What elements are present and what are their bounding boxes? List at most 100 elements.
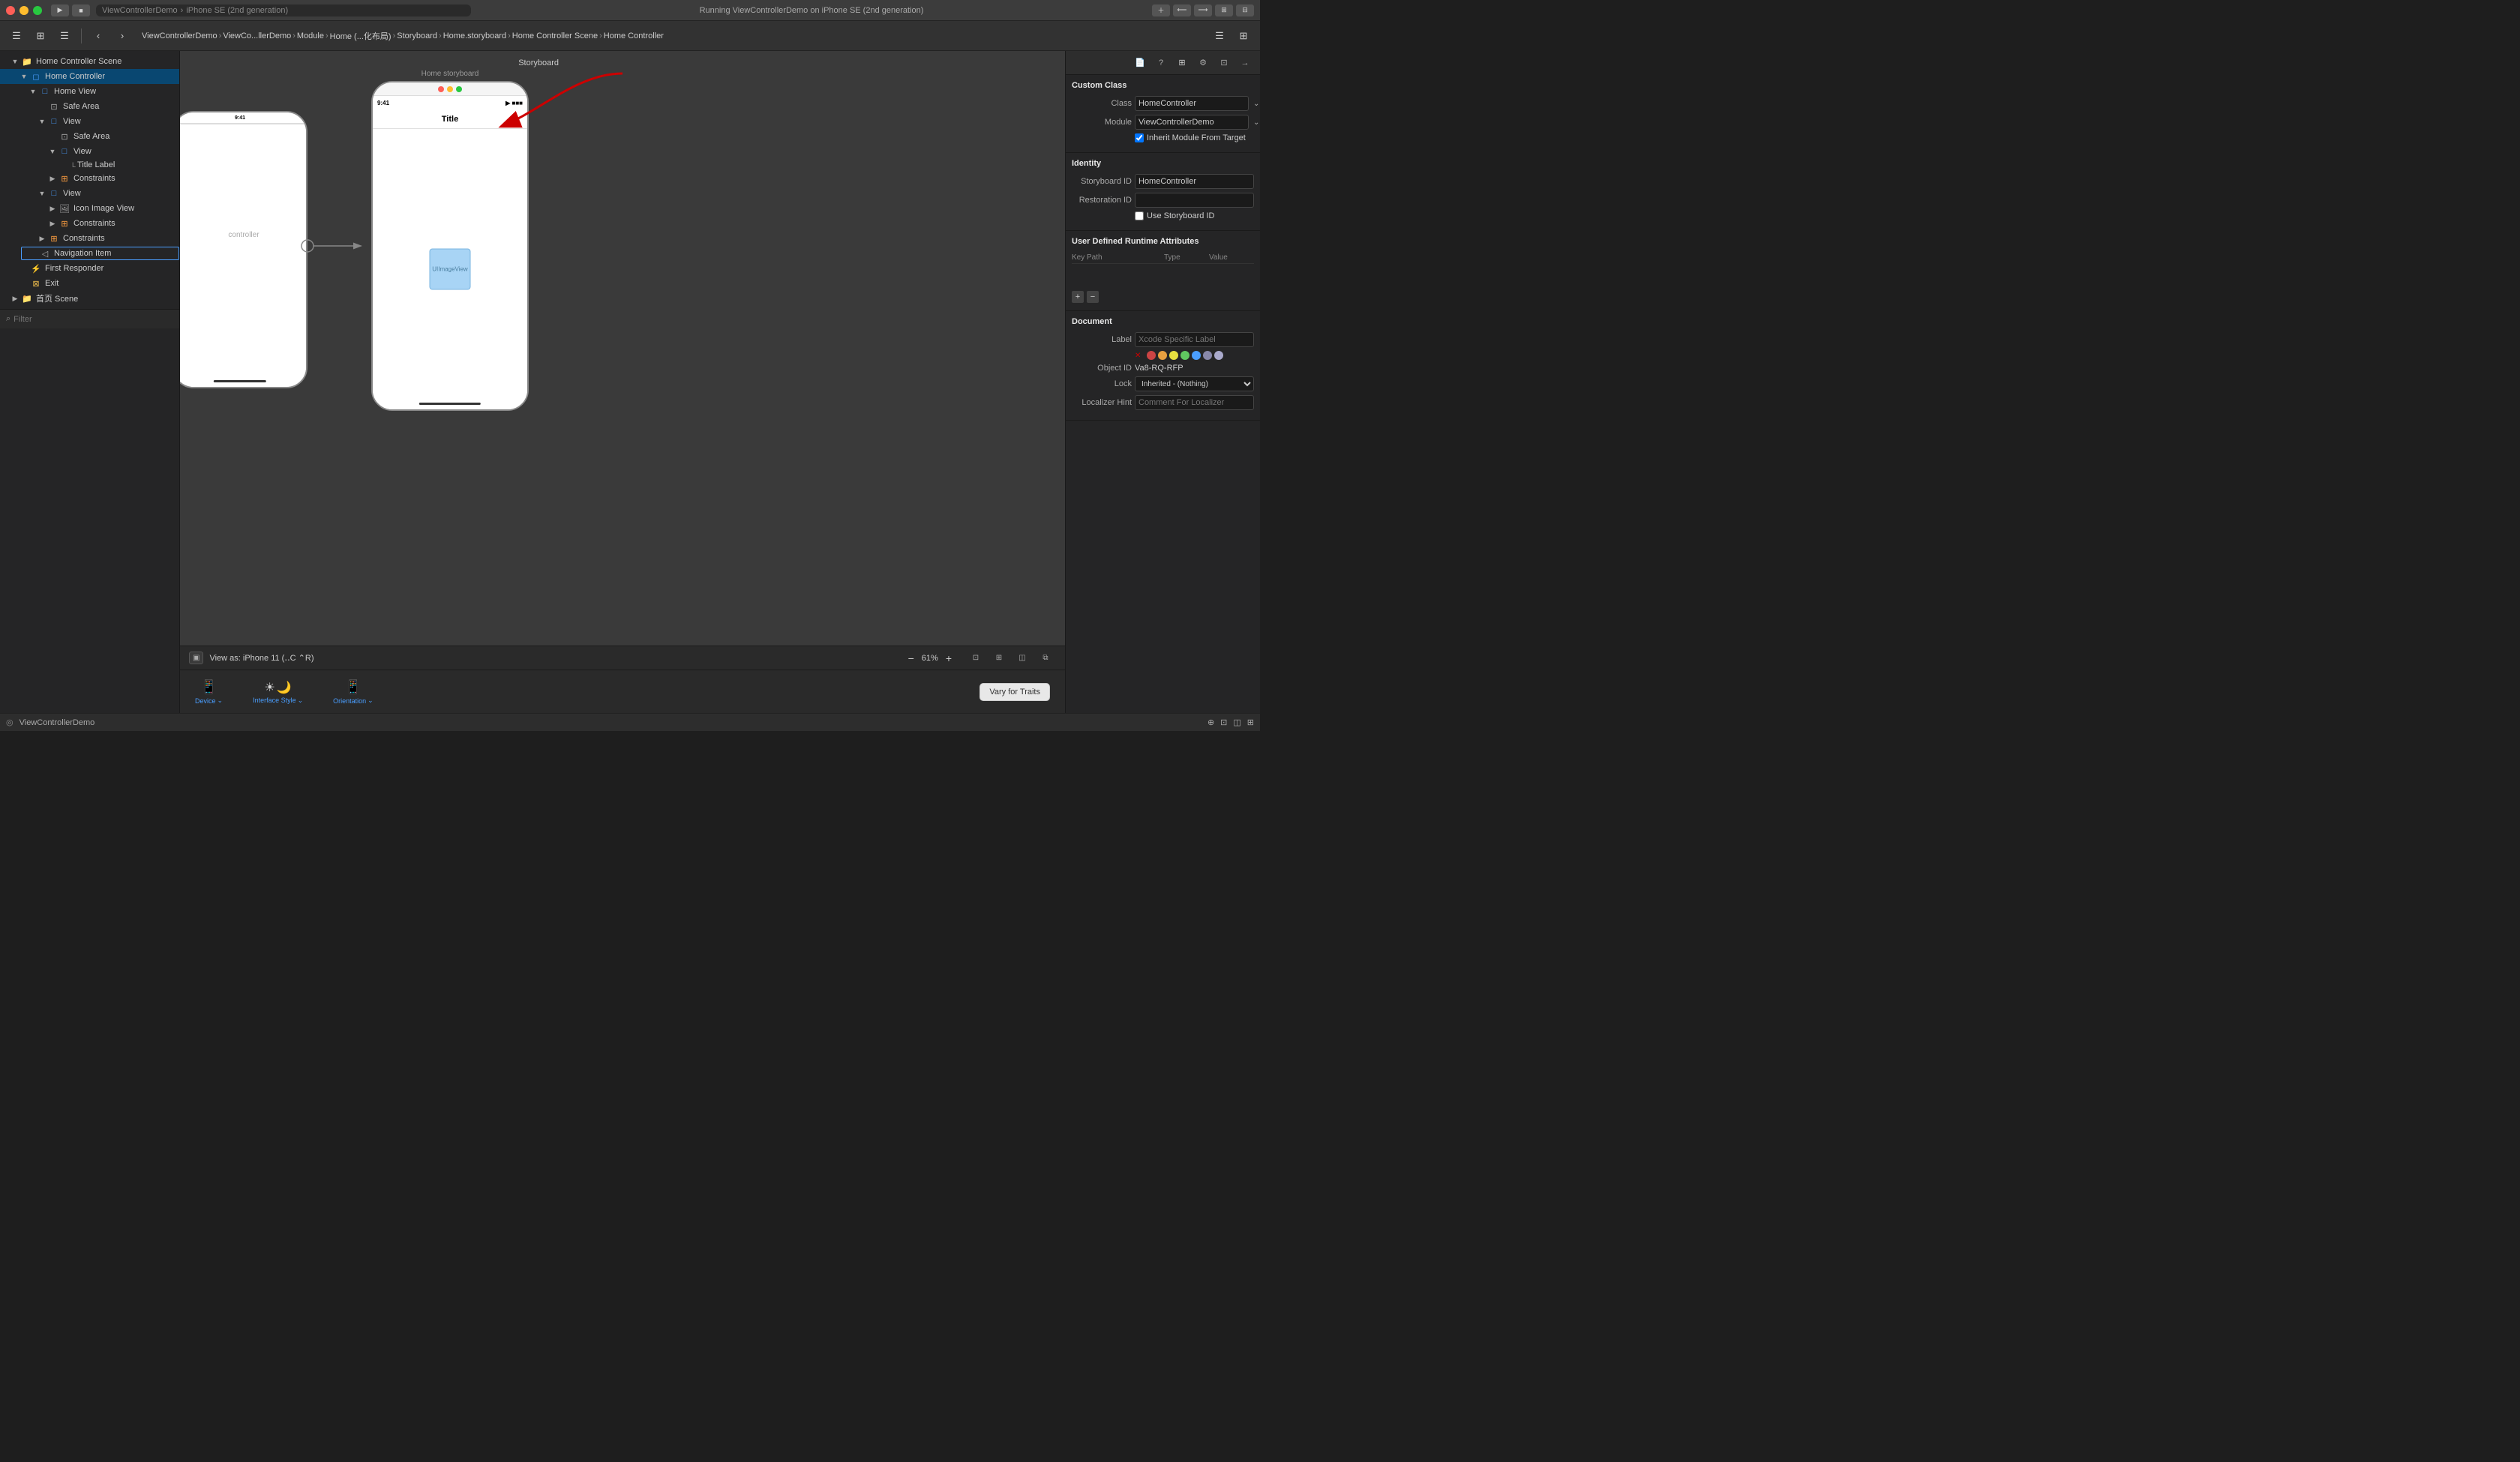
lock-select[interactable]: Inherited - (Nothing)	[1135, 376, 1254, 391]
restoration-id-input[interactable]	[1135, 193, 1254, 208]
color-dot-blue[interactable]	[1192, 351, 1201, 360]
phone-status-bar: 9:41 ▶ ■■■	[373, 96, 527, 109]
device-option[interactable]: 📱 Device ⌄	[195, 679, 223, 705]
style-icon-2: 🌙	[277, 680, 292, 695]
color-dot-gray2[interactable]	[1214, 351, 1223, 360]
localizer-hint-input[interactable]	[1135, 395, 1254, 410]
scene-outline-item-title-label[interactable]: L Title Label	[0, 159, 179, 171]
toolbar-right-btn-2[interactable]: ⊞	[1233, 25, 1254, 46]
forward-button[interactable]: ›	[112, 25, 133, 46]
inspector-file-btn[interactable]: 📄	[1131, 55, 1149, 71]
inspector-quick-help-btn[interactable]: ?	[1152, 55, 1170, 71]
breadcrumb-sep-6: ›	[508, 31, 511, 40]
stop-button[interactable]: ■	[72, 4, 90, 16]
breadcrumb-item-1[interactable]: ViewControllerDemo	[142, 31, 218, 40]
scene-outline-item-view1[interactable]: ▼ □ View	[0, 114, 179, 129]
breadcrumb-item-2[interactable]: ViewCo...llerDemo	[223, 31, 291, 40]
constraints2-label: Constraints	[74, 219, 179, 228]
interface-style-option[interactable]: ☀ 🌙 Interface Style ⌄	[253, 680, 303, 705]
maximize-button[interactable]	[33, 6, 42, 15]
breadcrumb-item-6[interactable]: Home.storyboard	[443, 31, 506, 40]
nav-forward-button[interactable]: ⟶	[1194, 4, 1212, 16]
module-input[interactable]	[1135, 115, 1249, 130]
more-options-button[interactable]: ⧉	[1035, 648, 1056, 669]
canvas-options-button[interactable]: ⊞	[988, 648, 1010, 669]
bottom-btn-4[interactable]: ⊞	[1247, 718, 1254, 727]
title-bar-path: ViewControllerDemo › iPhone SE (2nd gene…	[96, 4, 471, 16]
class-dropdown-arrow[interactable]: ⌄	[1253, 100, 1259, 108]
zoom-in-button[interactable]: +	[943, 652, 955, 664]
storyboard-id-input[interactable]	[1135, 174, 1254, 189]
scene-outline-item-safe-area[interactable]: ⊡ Safe Area	[0, 99, 179, 114]
scene-outline-item-nav-item[interactable]: ◁ Navigation Item	[0, 246, 179, 261]
object-id-value: Va8-RQ-RFP	[1135, 364, 1254, 373]
device-icon: 📱	[200, 679, 217, 695]
left-phone-frame: 9:41	[180, 111, 308, 388]
zoom-out-button[interactable]: −	[905, 652, 917, 664]
scene-outline-item-constraints2[interactable]: ▶ ⊞ Constraints	[0, 216, 179, 231]
scene-outline-item-first-responder[interactable]: ⚡ First Responder	[0, 261, 179, 276]
class-input[interactable]	[1135, 96, 1249, 111]
fit-button[interactable]: ⊡	[965, 648, 986, 669]
canvas-area[interactable]: 9:41 controller	[180, 51, 1065, 713]
inspector-connections-btn[interactable]: →	[1236, 55, 1254, 71]
inherit-checkbox[interactable]	[1135, 133, 1144, 142]
scene-outline-item-home-ctrl-scene[interactable]: ▼ 📁 Home Controller Scene	[0, 54, 179, 69]
inspector-toggle-button[interactable]: ⊟	[1236, 4, 1254, 16]
module-dropdown-arrow[interactable]: ⌄	[1253, 118, 1259, 127]
scene-outline-item-exit[interactable]: ⊠ Exit	[0, 276, 179, 291]
app-bottom-bar: ◎ ViewControllerDemo ⊕ ⊡ ◫ ⊞	[0, 713, 1260, 731]
grid-view-button[interactable]: ⊞	[30, 25, 51, 46]
color-dot-gray1[interactable]	[1203, 351, 1212, 360]
layout-button[interactable]: ⊞	[1215, 4, 1233, 16]
toolbar-right-btn-1[interactable]: ☰	[1209, 25, 1230, 46]
color-dot-orange[interactable]	[1158, 351, 1167, 360]
back-button[interactable]: ‹	[88, 25, 109, 46]
title-bar: ▶ ■ ViewControllerDemo › iPhone SE (2nd …	[0, 0, 1260, 21]
minimize-button[interactable]	[20, 6, 28, 15]
list-view-button[interactable]: ☰	[54, 25, 75, 46]
scene-outline-item-view3[interactable]: ▼ □ View	[0, 186, 179, 201]
add-button[interactable]: ＋	[1152, 4, 1170, 16]
scene-outline-item-constraints1[interactable]: ▶ ⊞ Constraints	[0, 171, 179, 186]
bottom-btn-1[interactable]: ⊕	[1208, 718, 1214, 727]
scene-outline-item-home-view[interactable]: ▼ □ Home View	[0, 84, 179, 99]
close-button[interactable]	[6, 6, 15, 15]
identity-section: Identity Storyboard ID Restoration ID Us…	[1066, 153, 1260, 231]
bottom-btn-3[interactable]: ◫	[1233, 718, 1240, 727]
color-dot-yellow[interactable]	[1169, 351, 1178, 360]
breadcrumb-item-7[interactable]: Home Controller Scene	[512, 31, 598, 40]
inspector-attr-btn[interactable]: ⚙	[1194, 55, 1212, 71]
remove-attribute-button[interactable]: −	[1087, 291, 1099, 303]
orientation-option[interactable]: 📱 Orientation ⌄	[333, 679, 374, 705]
scene-outline-item-safe-area2[interactable]: ⊡ Safe Area	[0, 129, 179, 144]
nav-back-button[interactable]: ⟵	[1173, 4, 1191, 16]
scene-filter-bar: ⌕	[0, 309, 179, 328]
doc-label-input[interactable]	[1135, 332, 1254, 347]
scene-outline-item-view2[interactable]: ▼ □ View	[0, 144, 179, 159]
breadcrumb-item-4[interactable]: Home (...化布局)	[330, 30, 392, 42]
scene-outline-item-constraints3[interactable]: ▶ ⊞ Constraints	[0, 231, 179, 246]
scene-filter-input[interactable]	[14, 315, 173, 324]
color-dot-red[interactable]	[1147, 351, 1156, 360]
view3-label: View	[63, 189, 179, 198]
inspector-identity-btn[interactable]: ⊞	[1173, 55, 1191, 71]
scene-outline-item-icon-image-view[interactable]: ▶ 🖼 Icon Image View	[0, 201, 179, 216]
inspector-size-btn[interactable]: ⊡	[1215, 55, 1233, 71]
left-status-bar: 9:41	[180, 112, 306, 123]
breadcrumb-item-3[interactable]: Module	[297, 31, 324, 40]
use-storyboard-checkbox[interactable]	[1135, 211, 1144, 220]
color-dot-green[interactable]	[1180, 351, 1190, 360]
right-phone-inner: 9:41 ▶ ■■■ Title UIImageView	[373, 96, 527, 409]
scene-outline-item-shouye-scene[interactable]: ▶ 📁 首页 Scene	[0, 291, 179, 306]
run-button[interactable]: ▶	[51, 4, 69, 16]
bottom-btn-2[interactable]: ⊡	[1220, 718, 1227, 727]
scene-outline-item-home-ctrl[interactable]: ▼ ◻ Home Controller	[0, 69, 179, 84]
vary-for-traits-button[interactable]: Vary for Traits	[980, 683, 1050, 701]
breadcrumb-sep-5: ›	[439, 31, 442, 40]
zoom-options-button[interactable]: ◫	[1012, 648, 1033, 669]
breadcrumb-item-5[interactable]: Storyboard	[397, 31, 437, 40]
sidebar-toggle-button[interactable]: ☰	[6, 25, 27, 46]
add-attribute-button[interactable]: +	[1072, 291, 1084, 303]
breadcrumb-item-8[interactable]: Home Controller	[604, 31, 664, 40]
